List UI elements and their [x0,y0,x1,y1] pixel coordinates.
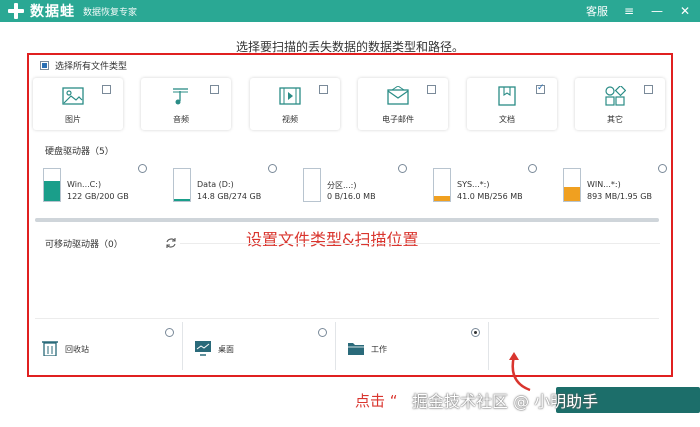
type-checkbox-audio[interactable] [210,85,219,94]
location-desktop[interactable]: 桌面 [186,322,336,370]
drive-icon [563,168,581,202]
annotation-arrow-icon [509,352,531,392]
hard-drives-label: 硬盘驱动器（5） [45,147,114,157]
drive-icon [173,168,191,202]
close-icon[interactable]: ✕ [678,4,692,18]
drive-radio[interactable] [268,164,277,173]
menu-icon[interactable]: ≡ [622,4,636,18]
drive-radio[interactable] [398,164,407,173]
type-label-audio: 音频 [173,115,189,124]
image-icon [62,87,84,105]
watermark-text: 掘金技术社区 @ 小明助手 [412,392,599,411]
location-radio[interactable] [471,328,480,337]
location-label: 回收站 [65,345,89,354]
drive-item[interactable]: 分区...:) 0 B/16.0 MB [293,160,413,208]
grid-shapes-icon [605,86,626,106]
annotation-text: 点击 “ [355,392,398,410]
type-card-audio[interactable]: 音频 [141,78,231,130]
scrollbar-thumb[interactable] [35,218,659,222]
music-note-icon [173,88,188,105]
drive-name: WIN...*:) [587,180,621,189]
select-all-label: 选择所有文件类型 [55,62,128,72]
trash-icon [42,341,58,356]
drive-list: Win...C:) 122 GB/200 GB Data (D:) 14.8 G… [33,160,667,216]
drive-item[interactable]: Data (D:) 14.8 GB/274 GB [163,160,283,208]
app-name: 数据蛙 [30,4,75,20]
type-checkbox-document[interactable] [536,83,545,94]
drive-name: 分区...:) [327,181,357,190]
minimize-icon[interactable]: — [650,4,664,18]
monitor-icon [195,341,211,356]
section-divider [35,318,659,319]
file-type-list: 图片 音频 视频 电子邮件 ✓ 文档 其它 [33,78,667,130]
removable-drives-label: 可移动驱动器（0） [45,240,123,250]
drive-size: 0 B/16.0 MB [327,192,376,201]
select-all-row[interactable]: 选择所有文件类型 [40,59,127,72]
location-label: 工作 [371,345,387,354]
drive-item[interactable]: SYS...*:) 41.0 MB/256 MB [423,160,543,208]
location-list: 回收站 桌面 工作 [33,322,667,370]
refresh-icon[interactable] [165,237,177,249]
overlay-caption: 设置文件类型&扫描位置 [246,230,419,249]
drive-item[interactable]: Win...C:) 122 GB/200 GB [33,160,153,208]
type-checkbox-video[interactable] [319,85,328,94]
app-subtitle: 数据恢复专家 [83,7,138,18]
support-button[interactable]: 客服 [586,3,608,19]
type-label-document: 文档 [499,115,515,124]
type-label-video: 视频 [282,115,298,124]
location-recycle-bin[interactable]: 回收站 [33,322,183,370]
drive-size: 893 MB/1.95 GB [587,192,652,201]
drive-item[interactable]: WIN...*:) 893 MB/1.95 GB [553,160,673,208]
drive-radio[interactable] [528,164,537,173]
type-checkbox-other[interactable] [644,85,653,94]
drive-name: Data (D:) [197,180,234,189]
location-label: 桌面 [218,345,234,354]
drive-size: 122 GB/200 GB [67,192,129,201]
drive-name: SYS...*:) [457,180,490,189]
select-all-checkbox[interactable] [40,61,49,70]
type-card-document[interactable]: 文档 [467,78,557,130]
drive-icon [303,168,321,202]
drive-radio[interactable] [658,164,667,173]
location-work[interactable]: 工作 [339,322,489,370]
envelope-icon [387,86,409,105]
video-icon [279,87,301,105]
drive-icon [43,168,61,202]
drive-icon [433,168,451,202]
drive-size: 14.8 GB/274 GB [197,192,262,201]
plus-logo-icon [8,3,24,19]
folder-icon [348,343,364,355]
type-label-image: 图片 [65,115,81,124]
title-bar: 数据蛙 数据恢复专家 客服 ≡ — ✕ [0,0,700,22]
type-checkbox-email[interactable] [427,85,436,94]
drive-name: Win...C:) [67,180,102,189]
app-logo: 数据蛙 [8,1,75,21]
section-divider [180,243,660,244]
drive-radio[interactable] [138,164,147,173]
horizontal-scrollbar[interactable] [35,218,659,222]
type-card-email[interactable]: 电子邮件 [358,78,448,130]
document-icon [498,86,516,106]
type-card-video[interactable]: 视频 [250,78,340,130]
type-checkbox-image[interactable] [102,85,111,94]
type-label-email: 电子邮件 [382,115,414,124]
type-label-other: 其它 [607,115,623,124]
type-card-image[interactable]: 图片 [33,78,123,130]
type-card-other[interactable]: 其它 [575,78,665,130]
drive-size: 41.0 MB/256 MB [457,192,523,201]
location-radio[interactable] [318,328,327,337]
location-radio[interactable] [165,328,174,337]
